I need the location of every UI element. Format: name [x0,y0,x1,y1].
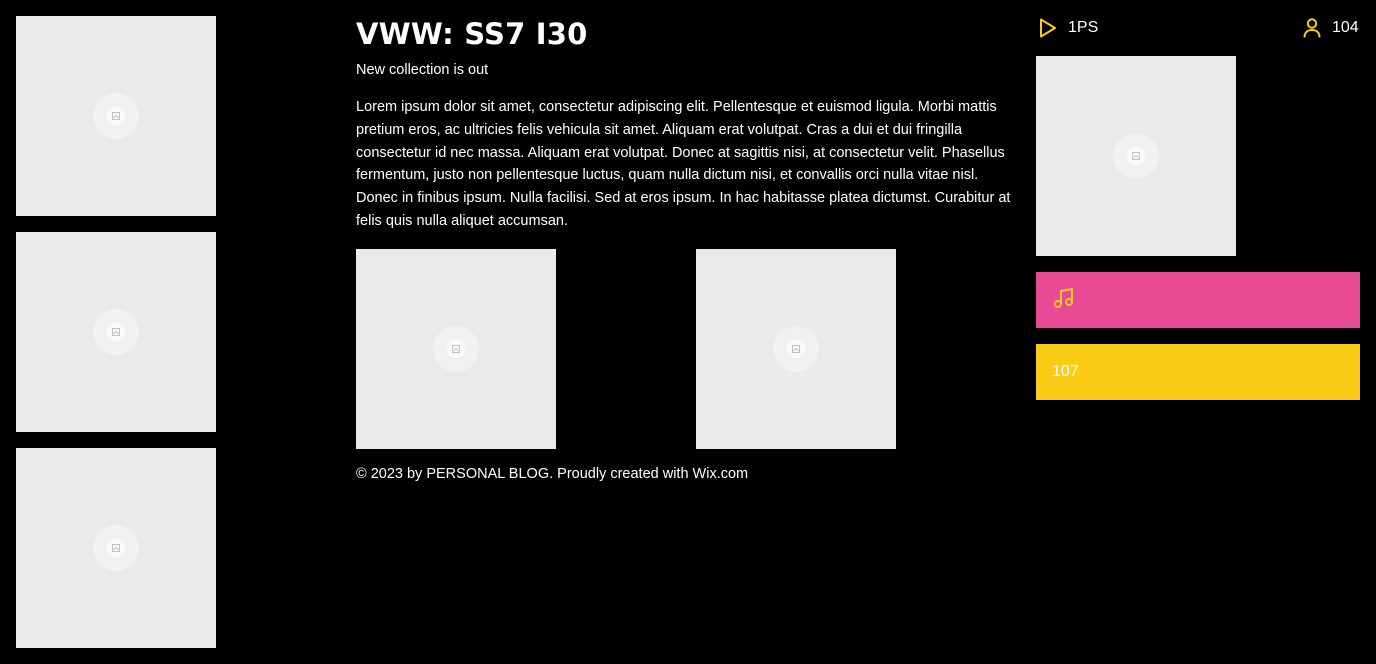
plays-label: 1PS [1068,19,1099,36]
image-placeholder-icon [433,326,479,372]
music-note-icon [1052,286,1076,315]
footer-copyright: © 2023 by PERSONAL BLOG. Proudly created… [356,466,749,482]
page-subtitle: New collection is out [356,62,489,78]
music-bar[interactable] [1036,272,1360,328]
left-image-3[interactable] [16,448,216,648]
image-placeholder-icon [1113,133,1159,179]
play-icon [1038,17,1058,39]
page: VWW: SS7 I30 New collection is out Lorem… [0,0,1376,664]
image-placeholder-icon [773,326,819,372]
center-image-2[interactable] [696,249,896,449]
plays-stat[interactable]: 1PS [1038,14,1098,42]
count-bar[interactable]: 107 [1036,344,1360,400]
center-image-1[interactable] [356,249,556,449]
user-icon [1302,17,1322,39]
count-bar-value: 107 [1052,363,1079,380]
page-title: VWW: SS7 I30 [356,17,588,51]
image-placeholder-icon [93,525,139,571]
left-image-2[interactable] [16,232,216,432]
followers-count: 104 [1332,19,1359,36]
left-image-1[interactable] [16,16,216,216]
right-image[interactable] [1036,56,1236,256]
image-placeholder-icon [93,309,139,355]
followers-stat[interactable]: 104 [1302,14,1359,42]
image-placeholder-icon [93,93,139,139]
article-body: Lorem ipsum dolor sit amet, consectetur … [356,99,1011,229]
